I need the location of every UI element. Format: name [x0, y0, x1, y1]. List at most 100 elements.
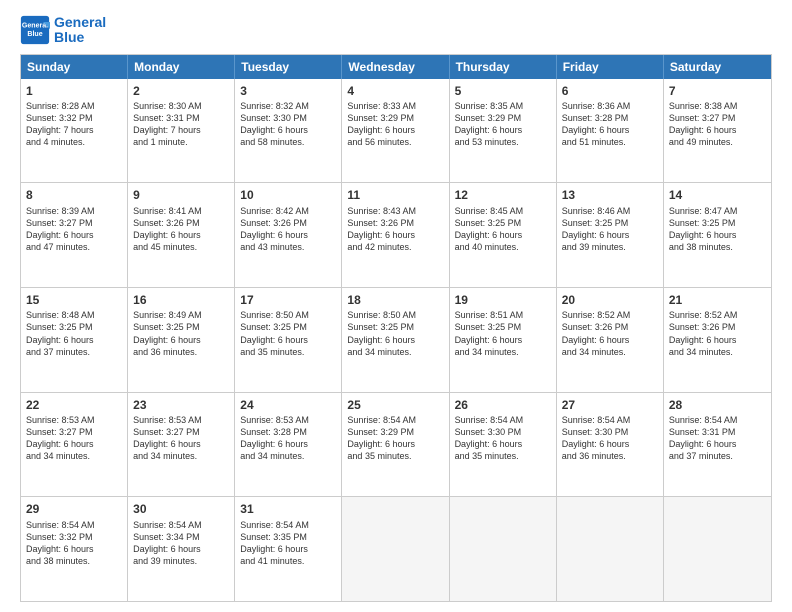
day-number: 23 [133, 397, 229, 413]
calendar-cell: 6Sunrise: 8:36 AM Sunset: 3:28 PM Daylig… [557, 79, 664, 183]
calendar-cell: 28Sunrise: 8:54 AM Sunset: 3:31 PM Dayli… [664, 393, 771, 497]
day-number: 17 [240, 292, 336, 308]
day-number: 1 [26, 83, 122, 99]
day-number: 20 [562, 292, 658, 308]
day-number: 6 [562, 83, 658, 99]
calendar-cell: 16Sunrise: 8:49 AM Sunset: 3:25 PM Dayli… [128, 288, 235, 392]
day-number: 4 [347, 83, 443, 99]
calendar-row-1: 1Sunrise: 8:28 AM Sunset: 3:32 PM Daylig… [21, 79, 771, 183]
svg-text:Blue: Blue [27, 32, 42, 39]
logo-text2: Blue [54, 30, 106, 45]
day-number: 27 [562, 397, 658, 413]
calendar-body: 1Sunrise: 8:28 AM Sunset: 3:32 PM Daylig… [21, 79, 771, 601]
calendar-cell [342, 497, 449, 601]
day-number: 26 [455, 397, 551, 413]
day-number: 5 [455, 83, 551, 99]
day-number: 19 [455, 292, 551, 308]
calendar-cell: 14 Sunrise: 8:47 AM Sunset: 3:25 PM Dayli… [664, 183, 771, 287]
day-number: 29 [26, 501, 122, 517]
day-info: Sunrise: 8:54 AM Sunset: 3:30 PM Dayligh… [455, 414, 551, 463]
calendar-cell: 4Sunrise: 8:33 AM Sunset: 3:29 PM Daylig… [342, 79, 449, 183]
day-number: 24 [240, 397, 336, 413]
calendar-cell: 15Sunrise: 8:48 AM Sunset: 3:25 PM Dayli… [21, 288, 128, 392]
calendar-cell: 29Sunrise: 8:54 AM Sunset: 3:32 PM Dayli… [21, 497, 128, 601]
day-number: 18 [347, 292, 443, 308]
calendar-header: SundayMondayTuesdayWednesdayThursdayFrid… [21, 55, 771, 79]
calendar-row-5: 29Sunrise: 8:54 AM Sunset: 3:32 PM Dayli… [21, 496, 771, 601]
day-info: Sunrise: 8:43 AM Sunset: 3:26 PM Dayligh… [347, 205, 443, 254]
day-info: Sunrise: 8:42 AM Sunset: 3:26 PM Dayligh… [240, 205, 336, 254]
logo: General Blue General Blue [20, 15, 106, 46]
day-header-thursday: Thursday [450, 55, 557, 79]
day-number: 9 [133, 187, 229, 203]
calendar-cell [664, 497, 771, 601]
calendar-cell: 19Sunrise: 8:51 AM Sunset: 3:25 PM Dayli… [450, 288, 557, 392]
day-number: 30 [133, 501, 229, 517]
calendar-cell: 11 Sunrise: 8:43 AM Sunset: 3:26 PM Dayli… [342, 183, 449, 287]
day-info: Sunrise: 8:52 AM Sunset: 3:26 PM Dayligh… [562, 309, 658, 358]
calendar-cell: 10Sunrise: 8:42 AM Sunset: 3:26 PM Dayli… [235, 183, 342, 287]
day-info: Sunrise: 8:35 AM Sunset: 3:29 PM Dayligh… [455, 100, 551, 149]
calendar-cell: 27Sunrise: 8:54 AM Sunset: 3:30 PM Dayli… [557, 393, 664, 497]
page-header: General Blue General Blue [20, 15, 772, 46]
calendar-cell: 31 Sunrise: 8:54 AM Sunset: 3:35 PM Dayli… [235, 497, 342, 601]
calendar-cell: 12 Sunrise: 8:45 AM Sunset: 3:25 PM Dayli… [450, 183, 557, 287]
calendar-cell: 3Sunrise: 8:32 AM Sunset: 3:30 PM Daylig… [235, 79, 342, 183]
day-number: 13 [562, 187, 658, 203]
day-info: Sunrise: 8:28 AM Sunset: 3:32 PM Dayligh… [26, 100, 122, 149]
calendar-cell: 22Sunrise: 8:53 AM Sunset: 3:27 PM Dayli… [21, 393, 128, 497]
day-number: 7 [669, 83, 766, 99]
calendar-cell: 23Sunrise: 8:53 AM Sunset: 3:27 PM Dayli… [128, 393, 235, 497]
day-info: Sunrise: 8:30 AM Sunset: 3:31 PM Dayligh… [133, 100, 229, 149]
logo-icon: General Blue [20, 15, 50, 45]
day-number: 16 [133, 292, 229, 308]
day-info: Sunrise: 8:54 AM Sunset: 3:29 PM Dayligh… [347, 414, 443, 463]
calendar-row-2: 8 Sunrise: 8:39 AM Sunset: 3:27 PM Daylig… [21, 182, 771, 287]
day-info: Sunrise: 8:52 AM Sunset: 3:26 PM Dayligh… [669, 309, 766, 358]
calendar-cell: 5Sunrise: 8:35 AM Sunset: 3:29 PM Daylig… [450, 79, 557, 183]
day-info: Sunrise: 8:54 AM Sunset: 3:31 PM Dayligh… [669, 414, 766, 463]
svg-text:General: General [22, 23, 48, 30]
day-number: 3 [240, 83, 336, 99]
calendar-row-4: 22Sunrise: 8:53 AM Sunset: 3:27 PM Dayli… [21, 392, 771, 497]
day-info: Sunrise: 8:41 AM Sunset: 3:26 PM Dayligh… [133, 205, 229, 254]
day-info: Sunrise: 8:45 AM Sunset: 3:25 PM Dayligh… [455, 205, 551, 254]
day-info: Sunrise: 8:39 AM Sunset: 3:27 PM Dayligh… [26, 205, 122, 254]
day-info: Sunrise: 8:53 AM Sunset: 3:27 PM Dayligh… [26, 414, 122, 463]
day-number: 8 [26, 187, 122, 203]
day-info: Sunrise: 8:51 AM Sunset: 3:25 PM Dayligh… [455, 309, 551, 358]
day-info: Sunrise: 8:38 AM Sunset: 3:27 PM Dayligh… [669, 100, 766, 149]
day-number: 2 [133, 83, 229, 99]
calendar-page: General Blue General Blue SundayMondayTu… [0, 0, 792, 612]
calendar-cell: 21Sunrise: 8:52 AM Sunset: 3:26 PM Dayli… [664, 288, 771, 392]
calendar-cell: 24Sunrise: 8:53 AM Sunset: 3:28 PM Dayli… [235, 393, 342, 497]
calendar-cell: 7Sunrise: 8:38 AM Sunset: 3:27 PM Daylig… [664, 79, 771, 183]
calendar-cell: 1Sunrise: 8:28 AM Sunset: 3:32 PM Daylig… [21, 79, 128, 183]
day-number: 11 [347, 187, 443, 203]
day-info: Sunrise: 8:53 AM Sunset: 3:28 PM Dayligh… [240, 414, 336, 463]
day-number: 31 [240, 501, 336, 517]
calendar-cell [557, 497, 664, 601]
calendar-cell: 18Sunrise: 8:50 AM Sunset: 3:25 PM Dayli… [342, 288, 449, 392]
calendar-cell: 9 Sunrise: 8:41 AM Sunset: 3:26 PM Daylig… [128, 183, 235, 287]
day-number: 14 [669, 187, 766, 203]
day-info: Sunrise: 8:54 AM Sunset: 3:30 PM Dayligh… [562, 414, 658, 463]
day-info: Sunrise: 8:54 AM Sunset: 3:35 PM Dayligh… [240, 519, 336, 568]
calendar-cell: 30Sunrise: 8:54 AM Sunset: 3:34 PM Dayli… [128, 497, 235, 601]
day-header-wednesday: Wednesday [342, 55, 449, 79]
calendar-cell: 8 Sunrise: 8:39 AM Sunset: 3:27 PM Daylig… [21, 183, 128, 287]
day-header-tuesday: Tuesday [235, 55, 342, 79]
day-info: Sunrise: 8:53 AM Sunset: 3:27 PM Dayligh… [133, 414, 229, 463]
day-number: 12 [455, 187, 551, 203]
logo-text: General [54, 15, 106, 30]
calendar: SundayMondayTuesdayWednesdayThursdayFrid… [20, 54, 772, 602]
day-number: 25 [347, 397, 443, 413]
day-info: Sunrise: 8:50 AM Sunset: 3:25 PM Dayligh… [347, 309, 443, 358]
day-info: Sunrise: 8:32 AM Sunset: 3:30 PM Dayligh… [240, 100, 336, 149]
day-info: Sunrise: 8:33 AM Sunset: 3:29 PM Dayligh… [347, 100, 443, 149]
day-number: 22 [26, 397, 122, 413]
calendar-cell: 20Sunrise: 8:52 AM Sunset: 3:26 PM Dayli… [557, 288, 664, 392]
day-number: 28 [669, 397, 766, 413]
day-info: Sunrise: 8:47 AM Sunset: 3:25 PM Dayligh… [669, 205, 766, 254]
day-header-monday: Monday [128, 55, 235, 79]
